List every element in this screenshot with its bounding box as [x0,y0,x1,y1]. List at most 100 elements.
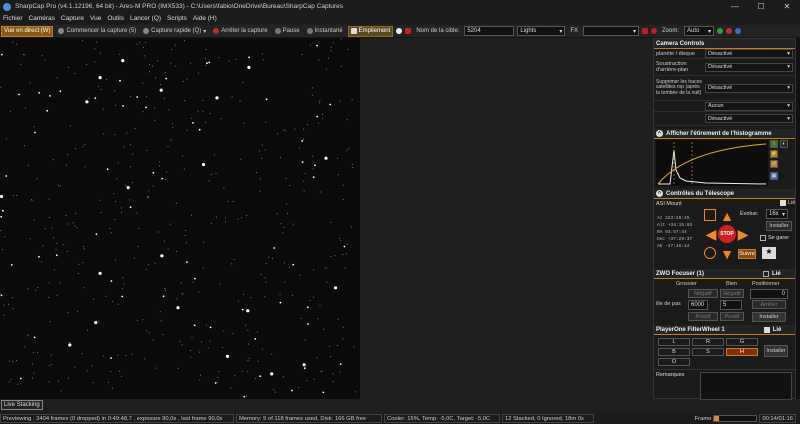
menu-capture[interactable]: Capture [61,15,84,22]
star [307,124,309,125]
control-select[interactable]: Désactivé ▾ [705,114,793,123]
contrast-icon[interactable]: ◐ [780,140,788,148]
filter-l-button[interactable]: L [658,338,690,346]
star [328,57,330,59]
maximize-icon[interactable]: ☐ [748,0,774,13]
star [122,105,124,107]
reset-icon[interactable]: ↺ [770,160,778,168]
star [326,267,328,269]
home-icon[interactable] [704,247,716,259]
filter-h-button[interactable]: H [726,348,758,356]
star [171,49,173,51]
filter-r-button[interactable]: R [692,338,724,346]
star [330,221,332,223]
pause-button[interactable]: Pause [273,26,302,37]
star [99,199,101,201]
star [330,356,331,358]
park-checkbox[interactable] [760,235,766,241]
menu-help[interactable]: Aide (H) [193,15,217,22]
arrow-down-icon[interactable]: ▼ [720,247,734,261]
mount-link-checkbox[interactable] [780,200,786,206]
focuser-stop-button[interactable]: Arrêter [752,300,786,309]
menu-file[interactable]: Fichier [3,15,23,22]
coarse-negative-button[interactable]: Négatif [688,289,718,298]
lightning-icon[interactable]: ⚡ [770,150,778,158]
star [197,72,199,74]
filter-b-button[interactable]: B [658,348,690,356]
tools-icon[interactable] [735,28,742,34]
install-mount-button[interactable]: Installer [766,221,792,231]
live-view-button[interactable]: Vue en direct (W) [1,25,54,37]
menu-cameras[interactable]: Caméras [29,15,55,22]
star [247,371,249,373]
filter-o-button[interactable]: O [658,358,690,366]
star [155,77,156,79]
coarse-positive-button[interactable]: Positif [688,312,718,321]
filterwheel-link-checkbox[interactable] [763,326,770,333]
menu-launch[interactable]: Lancer (Q) [130,15,161,22]
stop-mount-button[interactable]: STOP [718,225,736,243]
coarse-step-input[interactable]: 6000 [688,300,708,310]
minimize-icon[interactable]: — [722,0,748,13]
frame-type-select[interactable]: Lights ▾ [517,26,566,36]
target-name-input[interactable]: 5204 [464,26,515,36]
start-capture-button[interactable]: Commencer la capture (5) [56,26,138,37]
crosshair-icon[interactable] [726,28,733,34]
star [59,282,61,284]
collapse-icon[interactable]: ^ [656,190,663,197]
coord-key: AE [657,244,663,249]
collapse-icon[interactable]: ^ [656,130,663,137]
red-flag-icon[interactable] [651,28,658,34]
control-select[interactable]: Aucun ▾ [705,101,793,111]
filterwheel-install-button[interactable]: Installer [764,345,788,357]
zoom-select[interactable]: Auto ▾ [684,26,715,36]
circle-icon[interactable] [396,28,403,34]
histogram-chart[interactable] [656,140,768,186]
fine-negative-button[interactable]: Négatif [720,289,744,298]
live-stacking-tab[interactable]: Live Stacking [1,400,43,410]
telescope-header[interactable]: ^ Contrôles du Télescope [654,189,795,199]
track-button[interactable]: Suivre [738,249,756,259]
arrow-left-icon[interactable]: ◀ [704,227,718,241]
menu-view[interactable]: Vue [90,15,101,22]
arrow-up-icon[interactable]: ▲ [720,209,734,223]
position-input[interactable]: 0 [750,289,788,299]
star [106,168,109,171]
fine-step-input[interactable]: 5 [720,300,742,310]
remarks-textarea[interactable] [700,372,792,400]
histogram-panel[interactable]: i ⚡ ↺ ▣ ◐ [656,140,793,188]
focuser-install-button[interactable]: Installer [752,312,786,322]
control-select[interactable]: Désactivé ▾ [705,83,793,93]
focuser-link-checkbox[interactable] [763,270,770,277]
save-icon[interactable]: ▣ [770,172,778,180]
stop-capture-button[interactable]: Arrêter la capture [211,26,269,37]
info-icon[interactable]: i [770,140,778,148]
star-icon[interactable]: ★ [762,247,776,259]
star [179,341,181,342]
arrow-right-icon[interactable]: ▶ [736,227,750,241]
snapshot-button[interactable]: Instantané [305,26,345,37]
histogram-header[interactable]: ^ Afficher l'étirement de l'histogramme [654,129,795,139]
star [239,100,241,102]
star [16,360,18,361]
star [282,376,284,378]
star [329,103,332,106]
evolve-select[interactable]: 16x ▾ [766,209,788,219]
filter-g-button[interactable]: G [726,338,758,346]
menu-scripts[interactable]: Scripts [167,15,187,22]
star [203,241,205,243]
control-select[interactable]: Désactivé ▾ [705,49,793,58]
stacking-button[interactable]: Empilement [347,25,394,37]
fx-select[interactable]: ▾ [583,26,640,36]
image-viewer[interactable] [0,38,360,399]
park-icon[interactable] [704,209,716,221]
quick-capture-button[interactable]: Capture rapide (Q) ▾ [141,26,208,37]
close-icon[interactable]: ✕ [774,0,800,13]
panel-scrollbar[interactable] [796,38,800,399]
red-square-icon[interactable] [642,28,649,34]
menu-tools[interactable]: Outils [107,15,124,22]
histogram-icon[interactable] [717,28,724,34]
control-select[interactable]: Désactivé ▾ [705,62,793,72]
filter-s-button[interactable]: S [692,348,724,356]
fine-positive-button[interactable]: Positif [720,312,744,321]
